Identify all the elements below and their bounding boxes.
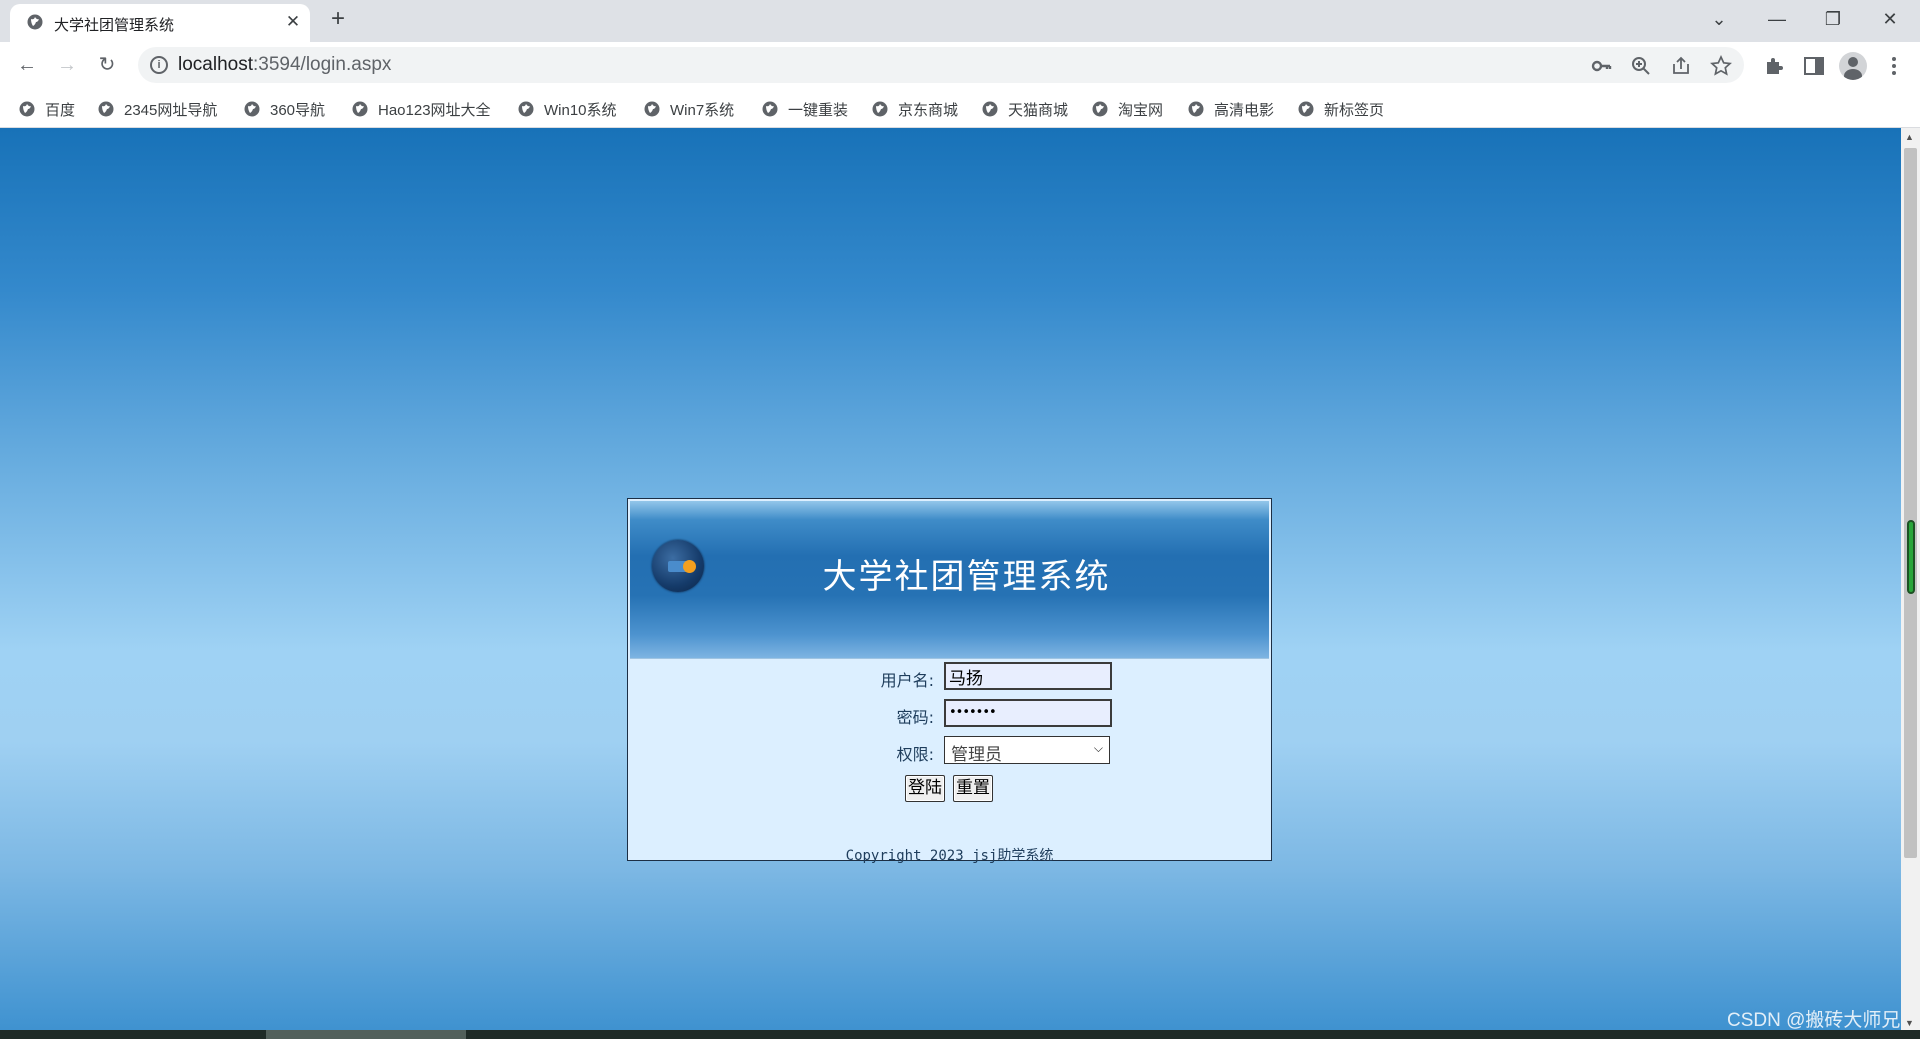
bookmark-item[interactable]: 京东商城 — [872, 98, 958, 120]
bookmark-label: 淘宝网 — [1118, 101, 1164, 119]
close-tab-icon[interactable]: ✕ — [282, 11, 304, 33]
login-panel: 大学社团管理系统 用户名: 密码: ••••••• 权限: 管理员 ⌵ 登陆 重… — [627, 498, 1272, 864]
role-select[interactable]: 管理员 ⌵ — [944, 736, 1110, 765]
bookmark-label: Hao123网址大全 — [378, 101, 491, 119]
globe-icon — [1092, 101, 1108, 117]
globe-icon — [644, 101, 660, 117]
taskbar-strip — [0, 1030, 1920, 1039]
browser-toolbar: ← → ↻ i localhost:3594/login.aspx — [0, 42, 1920, 88]
bookmark-item[interactable]: 淘宝网 — [1092, 98, 1163, 120]
tab-strip: 大学社团管理系统 ✕ + ⌄ — ❐ ✕ — [0, 0, 1920, 42]
bookmark-item[interactable]: Win10系统 — [518, 98, 617, 120]
tab-search-icon[interactable]: ⌄ — [1706, 6, 1732, 32]
role-selected-value: 管理员 — [951, 745, 1002, 765]
login-button[interactable]: 登陆 — [905, 775, 945, 802]
minimize-button[interactable]: — — [1764, 6, 1790, 32]
globe-icon — [27, 14, 43, 30]
page-viewport: 大学社团管理系统 用户名: 密码: ••••••• 权限: 管理员 ⌵ 登陆 重… — [0, 128, 1901, 1030]
system-title: 大学社团管理系统 — [822, 557, 1111, 597]
share-icon[interactable] — [1670, 55, 1692, 77]
key-icon[interactable] — [1590, 55, 1612, 77]
username-label: 用户名: — [880, 671, 934, 690]
zoom-icon[interactable] — [1630, 55, 1652, 77]
scroll-down-arrow-icon[interactable]: ▼ — [1905, 1018, 1914, 1028]
forward-button[interactable]: → — [52, 50, 82, 80]
globe-icon — [244, 101, 260, 117]
password-input[interactable]: ••••••• — [944, 699, 1112, 727]
site-info-icon[interactable]: i — [150, 56, 168, 74]
bookmark-item[interactable]: 2345网址导航 — [98, 98, 217, 120]
scrollbar-thumb[interactable] — [1904, 148, 1917, 858]
url-host: localhost — [178, 54, 253, 75]
address-bar[interactable]: i localhost:3594/login.aspx — [138, 47, 1744, 83]
extensions-icon[interactable] — [1762, 54, 1786, 78]
bookmark-item[interactable]: 一键重装 — [762, 98, 848, 120]
globe-icon — [1188, 101, 1204, 117]
password-label: 密码: — [896, 708, 934, 727]
reload-button[interactable]: ↻ — [92, 50, 122, 80]
username-input[interactable] — [944, 662, 1112, 690]
bookmark-label: 天猫商城 — [1008, 101, 1069, 119]
bookmark-label: Win7系统 — [670, 101, 735, 119]
bookmarks-bar: 百度 2345网址导航 360导航 Hao123网址大全 Win10系统 Win… — [0, 88, 1920, 128]
bookmark-label: 360导航 — [270, 101, 326, 119]
close-window-button[interactable]: ✕ — [1877, 6, 1903, 32]
taskbar-segment — [266, 1030, 466, 1039]
globe-icon — [762, 101, 778, 117]
watermark: CSDN @搬砖大师兄 — [1727, 1010, 1901, 1031]
bookmark-label: Win10系统 — [544, 101, 617, 119]
side-panel-icon[interactable] — [1802, 54, 1826, 78]
bookmark-label: 高清电影 — [1214, 101, 1275, 119]
bookmark-star-icon[interactable] — [1710, 55, 1732, 77]
url-text[interactable]: localhost:3594/login.aspx — [178, 54, 391, 76]
bookmark-label: 京东商城 — [898, 101, 959, 119]
globe-icon — [518, 101, 534, 117]
scroll-up-arrow-icon[interactable]: ▲ — [1905, 132, 1914, 142]
globe-icon — [352, 101, 368, 117]
chevron-down-icon: ⌵ — [1093, 741, 1103, 755]
bookmark-item[interactable]: 百度 — [19, 98, 75, 120]
profile-avatar-icon[interactable] — [1839, 52, 1867, 80]
globe-icon — [982, 101, 998, 117]
role-label: 权限: — [896, 745, 934, 764]
globe-icon — [872, 101, 888, 117]
menu-kebab-icon[interactable] — [1882, 54, 1906, 78]
bookmark-item[interactable]: 新标签页 — [1298, 98, 1384, 120]
login-header-banner: 大学社团管理系统 — [630, 501, 1269, 659]
browser-tab[interactable]: 大学社团管理系统 ✕ — [10, 4, 310, 42]
url-path: :3594/login.aspx — [253, 54, 392, 75]
bookmark-label: 百度 — [45, 101, 76, 119]
restore-button[interactable]: ❐ — [1820, 6, 1846, 32]
globe-icon — [1298, 101, 1314, 117]
globe-icon — [98, 101, 114, 117]
bookmark-label: 一键重装 — [788, 101, 849, 119]
globe-icon — [19, 101, 35, 117]
bookmark-label: 新标签页 — [1324, 101, 1385, 119]
tab-title: 大学社团管理系统 — [54, 17, 175, 34]
new-tab-button[interactable]: + — [326, 7, 350, 32]
bookmark-item[interactable]: Win7系统 — [644, 98, 734, 120]
bookmark-item[interactable]: Hao123网址大全 — [352, 98, 491, 120]
bookmark-item[interactable]: 360导航 — [244, 98, 325, 120]
side-indicator — [1907, 520, 1915, 594]
copyright-text: Copyright 2023 jsj助学系统 — [845, 848, 1054, 864]
back-button[interactable]: ← — [12, 50, 42, 80]
bookmark-item[interactable]: 天猫商城 — [982, 98, 1068, 120]
bookmark-label: 2345网址导航 — [124, 101, 218, 119]
bookmark-item[interactable]: 高清电影 — [1188, 98, 1274, 120]
reset-button[interactable]: 重置 — [953, 775, 993, 802]
